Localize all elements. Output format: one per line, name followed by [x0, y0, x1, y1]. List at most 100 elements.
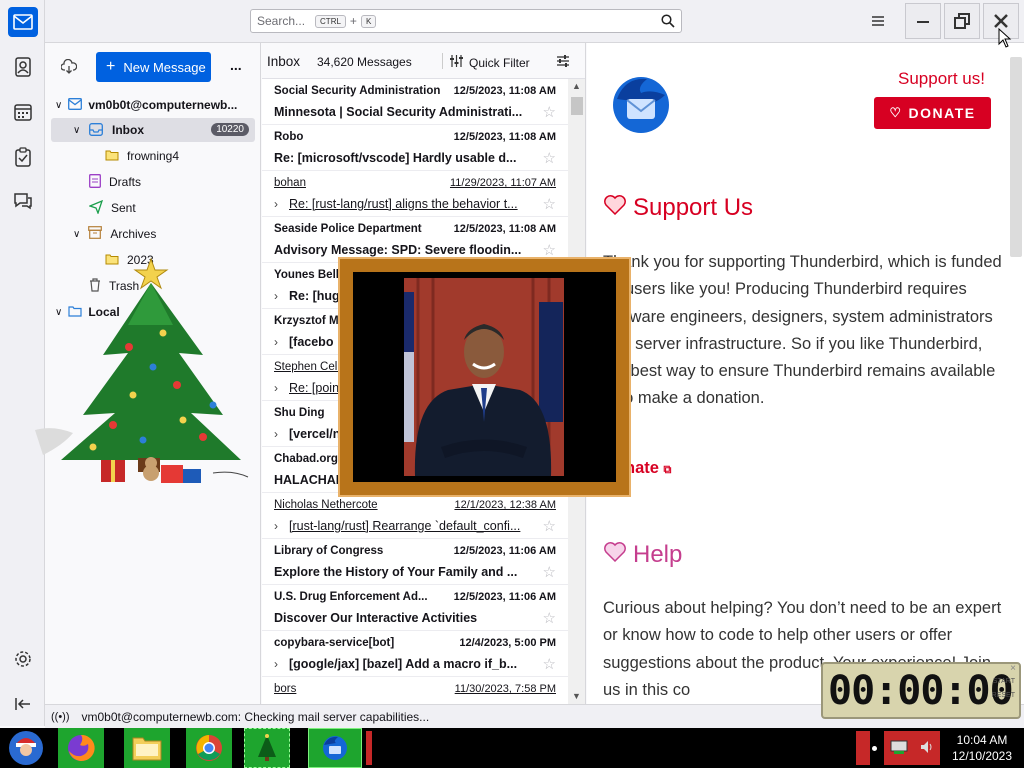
- firefox-taskbar-icon[interactable]: [58, 728, 104, 768]
- message-date: 12/4/2023, 5:00 PM: [459, 637, 556, 649]
- scroll-up-arrow[interactable]: ▲: [572, 81, 581, 91]
- thread-expand-icon[interactable]: ›: [274, 197, 278, 211]
- star-icon[interactable]: ☆: [543, 655, 556, 673]
- account-name: vm0b0t@computernewb...: [88, 98, 238, 112]
- title-bar: Search... CTRL + K: [45, 0, 1024, 43]
- file-explorer-taskbar-icon[interactable]: [124, 728, 170, 768]
- email-account-icon: [68, 97, 83, 113]
- star-icon[interactable]: ☆: [543, 241, 556, 259]
- collapse-spaces-icon[interactable]: [8, 689, 38, 719]
- global-search-input[interactable]: Search... CTRL + K: [250, 9, 682, 33]
- message-row[interactable]: › bohan 11/29/2023, 11:07 AM Re: [rust-lang…: [262, 171, 568, 217]
- message-row[interactable]: Social Security Administration 12/5/2023,…: [262, 79, 568, 125]
- star-icon[interactable]: ☆: [543, 609, 556, 627]
- address-book-icon[interactable]: [8, 52, 38, 82]
- heart-icon: ♡: [889, 105, 903, 120]
- quick-filter-button[interactable]: Quick Filter: [450, 55, 530, 70]
- message-date: 11/30/2023, 7:58 PM: [454, 683, 556, 695]
- app-menu-icon[interactable]: [871, 14, 885, 28]
- tasks-icon[interactable]: [8, 142, 38, 172]
- message-scrollbar[interactable]: [1010, 57, 1022, 257]
- minimize-button[interactable]: [905, 3, 941, 39]
- thread-expand-icon[interactable]: ›: [274, 335, 278, 349]
- new-message-button[interactable]: + New Message: [96, 52, 211, 82]
- support-us-link[interactable]: Support us!: [898, 69, 985, 89]
- message-subject: Minnesota | Social Security Administrati…: [274, 105, 523, 119]
- volume-icon[interactable]: [919, 739, 935, 758]
- ctrl-key-hint: CTRL: [315, 14, 346, 28]
- account-folder[interactable]: ∨ vm0b0t@computernewb...: [55, 93, 255, 117]
- donate-button[interactable]: ♡ DONATE: [874, 97, 991, 129]
- message-date: 12/5/2023, 11:08 AM: [453, 223, 556, 235]
- inbox-label: Inbox: [112, 123, 144, 137]
- search-icon[interactable]: [661, 14, 675, 31]
- message-subject: Advisory Message: SPD: Severe floodin...: [274, 243, 522, 257]
- star-icon[interactable]: ☆: [543, 149, 556, 167]
- restore-button[interactable]: [944, 3, 980, 39]
- hands-heart-icon: [603, 541, 627, 569]
- mail-space-icon[interactable]: [8, 7, 38, 37]
- thunderbird-logo: [607, 69, 677, 142]
- folder-archives[interactable]: ∨ Archives: [73, 222, 255, 246]
- thread-expand-icon[interactable]: ›: [274, 289, 278, 303]
- thunderbird-taskbar-icon[interactable]: [308, 728, 362, 768]
- stopwatch-start-button[interactable]: START: [993, 678, 1015, 685]
- folder-drafts[interactable]: Drafts: [89, 170, 255, 194]
- message-row[interactable]: Robo 12/5/2023, 11:08 AM Re: [microsoft/vs…: [262, 125, 568, 171]
- tray-dot: [872, 746, 877, 751]
- taskbar-clock[interactable]: 10:04 AM 12/10/2023: [944, 732, 1020, 764]
- folder-label: Archives: [110, 227, 157, 241]
- folder-pane-menu-button[interactable]: ...: [230, 57, 242, 73]
- message-subject: Re: [rust-lang/rust] aligns the behavior…: [289, 197, 518, 211]
- donate-button-label: DONATE: [908, 105, 976, 121]
- message-row[interactable]: › Nicholas Nethercote 12/1/2023, 12:38 AM […: [262, 493, 568, 539]
- message-row[interactable]: Seaside Police Department 12/5/2023, 11:0…: [262, 217, 568, 263]
- clock-time: 10:04 AM: [956, 733, 1008, 747]
- message-sender: Robo: [274, 131, 304, 143]
- message-row[interactable]: › copybara-service[bot] 12/4/2023, 5:00 PM…: [262, 631, 568, 677]
- stopwatch-close-icon[interactable]: ×: [1010, 663, 1016, 674]
- chrome-taskbar-icon[interactable]: [186, 728, 232, 768]
- get-messages-icon[interactable]: [60, 58, 78, 78]
- message-count: 34,620 Messages: [317, 55, 412, 69]
- scroll-down-arrow[interactable]: ▼: [572, 691, 581, 701]
- message-sender: copybara-service[bot]: [274, 637, 395, 649]
- folder-inbox[interactable]: ∨ Inbox 10220: [51, 118, 255, 142]
- scroll-thumb[interactable]: [571, 97, 583, 115]
- chat-icon[interactable]: [8, 186, 38, 216]
- star-icon[interactable]: ☆: [543, 517, 556, 535]
- message-subject: Re: [microsoft/vscode] Hardly usable d..…: [274, 151, 517, 165]
- message-sender: Seaside Police Department: [274, 223, 422, 235]
- external-link-icon: ⧉: [663, 464, 672, 476]
- stopwatch-gadget: 00:00:00 START RESET ×: [821, 662, 1021, 719]
- message-row[interactable]: U.S. Drug Enforcement Ad... 12/5/2023, 11…: [262, 585, 568, 631]
- thread-expand-icon[interactable]: ›: [274, 427, 278, 441]
- online-status-icon[interactable]: ((•)): [51, 711, 70, 723]
- calendar-icon[interactable]: [8, 97, 38, 127]
- thread-expand-icon[interactable]: ›: [274, 519, 278, 533]
- stopwatch-reset-button[interactable]: RESET: [992, 692, 1015, 699]
- message-date: 12/5/2023, 11:06 AM: [453, 545, 556, 557]
- star-icon[interactable]: ☆: [543, 195, 556, 213]
- star-icon[interactable]: ☆: [543, 103, 556, 121]
- taskbar: 10:04 AM 12/10/2023: [0, 728, 1024, 768]
- folder-frowning4[interactable]: frowning4: [105, 144, 255, 168]
- thread-expand-icon[interactable]: ›: [274, 657, 278, 671]
- start-button-santa-icon[interactable]: [4, 728, 48, 768]
- christmas-tree-taskbar-icon[interactable]: [244, 728, 290, 768]
- star-icon[interactable]: ☆: [543, 563, 556, 581]
- thread-expand-icon[interactable]: ›: [274, 381, 278, 395]
- message-row[interactable]: bors11/30/2023, 7:58 PM☆: [262, 677, 568, 704]
- system-tray: [884, 731, 940, 765]
- network-icon[interactable]: [889, 739, 909, 758]
- message-sender: U.S. Drug Enforcement Ad...: [274, 591, 428, 603]
- display-options-icon[interactable]: [556, 54, 570, 71]
- stopwatch-display: 00:00:00: [828, 667, 1014, 714]
- settings-gear-icon[interactable]: [8, 644, 38, 674]
- message-sender: Nicholas Nethercote: [274, 499, 378, 511]
- framed-portrait-image: [340, 259, 629, 495]
- folder-sent[interactable]: Sent: [89, 196, 255, 220]
- plus-hint: +: [349, 14, 357, 28]
- message-row[interactable]: Library of Congress 12/5/2023, 11:06 AM Ex…: [262, 539, 568, 585]
- status-text: vm0b0t@computernewb.com: Checking mail s…: [81, 709, 430, 724]
